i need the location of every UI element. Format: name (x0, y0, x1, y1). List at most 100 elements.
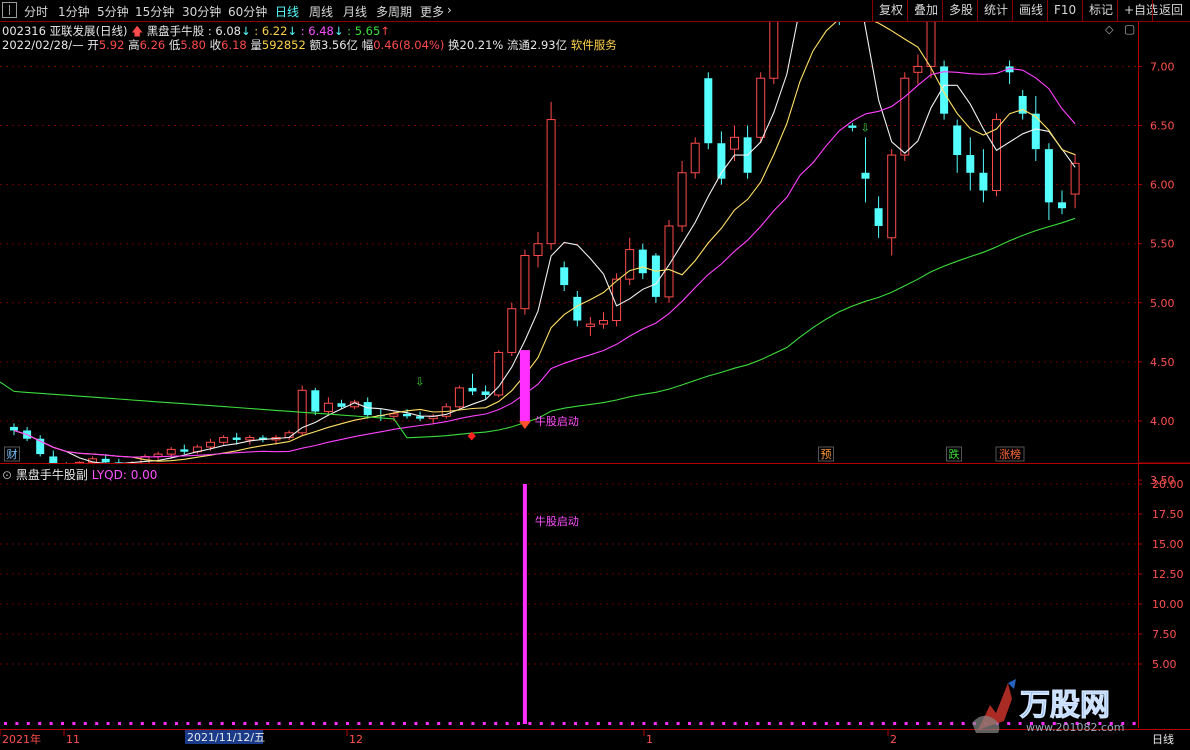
candle (966, 137, 975, 191)
candle (979, 149, 988, 203)
candle-body (180, 449, 189, 452)
period-tab-1min[interactable]: 1分钟 (58, 3, 90, 20)
back-button[interactable]: 返回 (1152, 0, 1190, 21)
period-tab-fenshi[interactable]: 分时 (24, 3, 48, 20)
sub-baseline-dot (710, 722, 714, 725)
sub-baseline-dot (129, 722, 133, 725)
candle-body (887, 154, 897, 239)
period-tab-more[interactable]: 更多 (420, 3, 444, 20)
watermark-bull-icon: 万股网 www.201082.com (972, 679, 1124, 734)
sub-baseline-dot (460, 722, 463, 725)
candle-body (153, 453, 163, 457)
main-kline-chart[interactable]: 10.133.56牛股启动⬆⇩⇩◆财预跌涨榜 (0, 22, 1138, 463)
candle-body (585, 323, 595, 327)
sub-baseline-dot (300, 722, 304, 725)
candle-body (979, 172, 988, 191)
sub-baseline-dot (836, 722, 840, 725)
sub-baseline-dot (824, 722, 828, 725)
sub-baseline-dot (619, 722, 623, 725)
candle (887, 149, 897, 256)
period-tab-60min[interactable]: 60分钟 (228, 3, 267, 20)
candle (953, 119, 962, 173)
restore-rights-button[interactable]: 复权 (872, 0, 909, 21)
candle-body (966, 155, 975, 173)
candle-body (232, 437, 241, 440)
candle-body (913, 65, 923, 73)
candle (717, 131, 726, 185)
sub-baseline-dot (289, 722, 292, 725)
candle-body (926, 22, 936, 67)
candle-body (403, 413, 411, 417)
candle (874, 196, 883, 238)
event-label: 跌 (949, 447, 960, 461)
candle (180, 444, 189, 455)
candle (1058, 190, 1066, 215)
sub-baseline-dot (722, 722, 726, 725)
candle-body (101, 458, 110, 463)
period-tab-multi[interactable]: 多周期 (376, 3, 412, 20)
sub-baseline-dot (4, 722, 7, 725)
draw-line-button[interactable]: 画线 (1012, 0, 1049, 21)
sub-baseline-dot (551, 722, 555, 725)
overlay-button[interactable]: 叠加 (907, 0, 944, 21)
sub-baseline-dot (665, 722, 669, 725)
candle (625, 237, 635, 286)
sub-baseline-dot (653, 722, 657, 725)
sub-baseline-dot (38, 722, 42, 725)
multi-stock-button[interactable]: 多股 (942, 0, 979, 21)
sub-baseline-dot (254, 722, 258, 725)
candle (36, 435, 45, 457)
sub-baseline-dot (494, 722, 498, 725)
candle-body (651, 255, 660, 297)
f10-button[interactable]: F10 (1047, 0, 1082, 21)
candle (926, 22, 936, 79)
sub-baseline-dot (676, 722, 680, 725)
candle-body (638, 249, 647, 274)
sub-baseline-dot (745, 722, 748, 725)
chevron-right-icon[interactable]: › (447, 3, 452, 17)
sub-baseline-dot (859, 722, 862, 725)
candle-body (756, 77, 766, 138)
mark-button[interactable]: 标记 (1082, 0, 1119, 21)
candle-body (323, 402, 333, 413)
sub-signal-label: 牛股启动 (535, 514, 579, 528)
sub-baseline-dot (482, 722, 486, 725)
candle-body (337, 403, 346, 407)
candle-body (533, 243, 543, 257)
sub-baseline-dot (266, 722, 270, 725)
candle (838, 22, 840, 26)
sub-baseline-dot (574, 722, 577, 725)
time-label: 1 (646, 733, 653, 746)
candle-body (481, 391, 490, 395)
candle-body (704, 78, 713, 144)
period-tab-15min[interactable]: 15分钟 (135, 3, 174, 20)
down-arrow-icon-2: ⇩ (861, 121, 870, 134)
sub-baseline-dot (517, 722, 520, 725)
sub-baseline-dot (175, 722, 178, 725)
time-label: 2021年 (2, 732, 41, 746)
sub-baseline-dot (368, 722, 372, 725)
sub-baseline-dot (391, 722, 395, 725)
window-frame-icon[interactable] (2, 2, 17, 18)
candle (1005, 60, 1014, 85)
price-tick-label: 5.00 (1150, 297, 1175, 310)
period-tab-daily[interactable]: 日线 (275, 3, 299, 20)
price-tick-label: 6.50 (1150, 120, 1175, 133)
candle-body (560, 267, 569, 286)
sub-baseline-dot (802, 722, 805, 725)
time-label: 2 (890, 733, 897, 746)
sub-tick-label: 12.50 (1152, 568, 1184, 581)
period-tab-5min[interactable]: 5分钟 (97, 3, 129, 20)
statistics-button[interactable]: 统计 (977, 0, 1014, 21)
sub-baseline-dot (950, 722, 954, 725)
price-tick-label: 4.50 (1150, 356, 1175, 369)
candle (861, 137, 870, 203)
period-tab-weekly[interactable]: 周线 (309, 3, 333, 20)
sub-baseline-dot (585, 722, 589, 725)
period-tab-monthly[interactable]: 月线 (343, 3, 367, 20)
period-tab-30min[interactable]: 30分钟 (182, 3, 221, 20)
sub-baseline-dot (870, 722, 874, 725)
watermark-brand: 万股网 (1020, 688, 1110, 723)
sub-baseline-dot (83, 722, 87, 725)
sub-baseline-dot (528, 722, 532, 725)
